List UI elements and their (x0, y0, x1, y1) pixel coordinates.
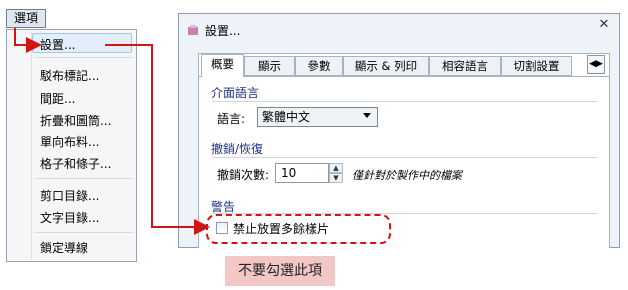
tab-general[interactable]: 概要 (201, 54, 244, 77)
arrow-settings-to-checkbox (105, 44, 210, 235)
arrow-menu-to-settings (14, 28, 42, 53)
callout-arrows (14, 28, 210, 235)
